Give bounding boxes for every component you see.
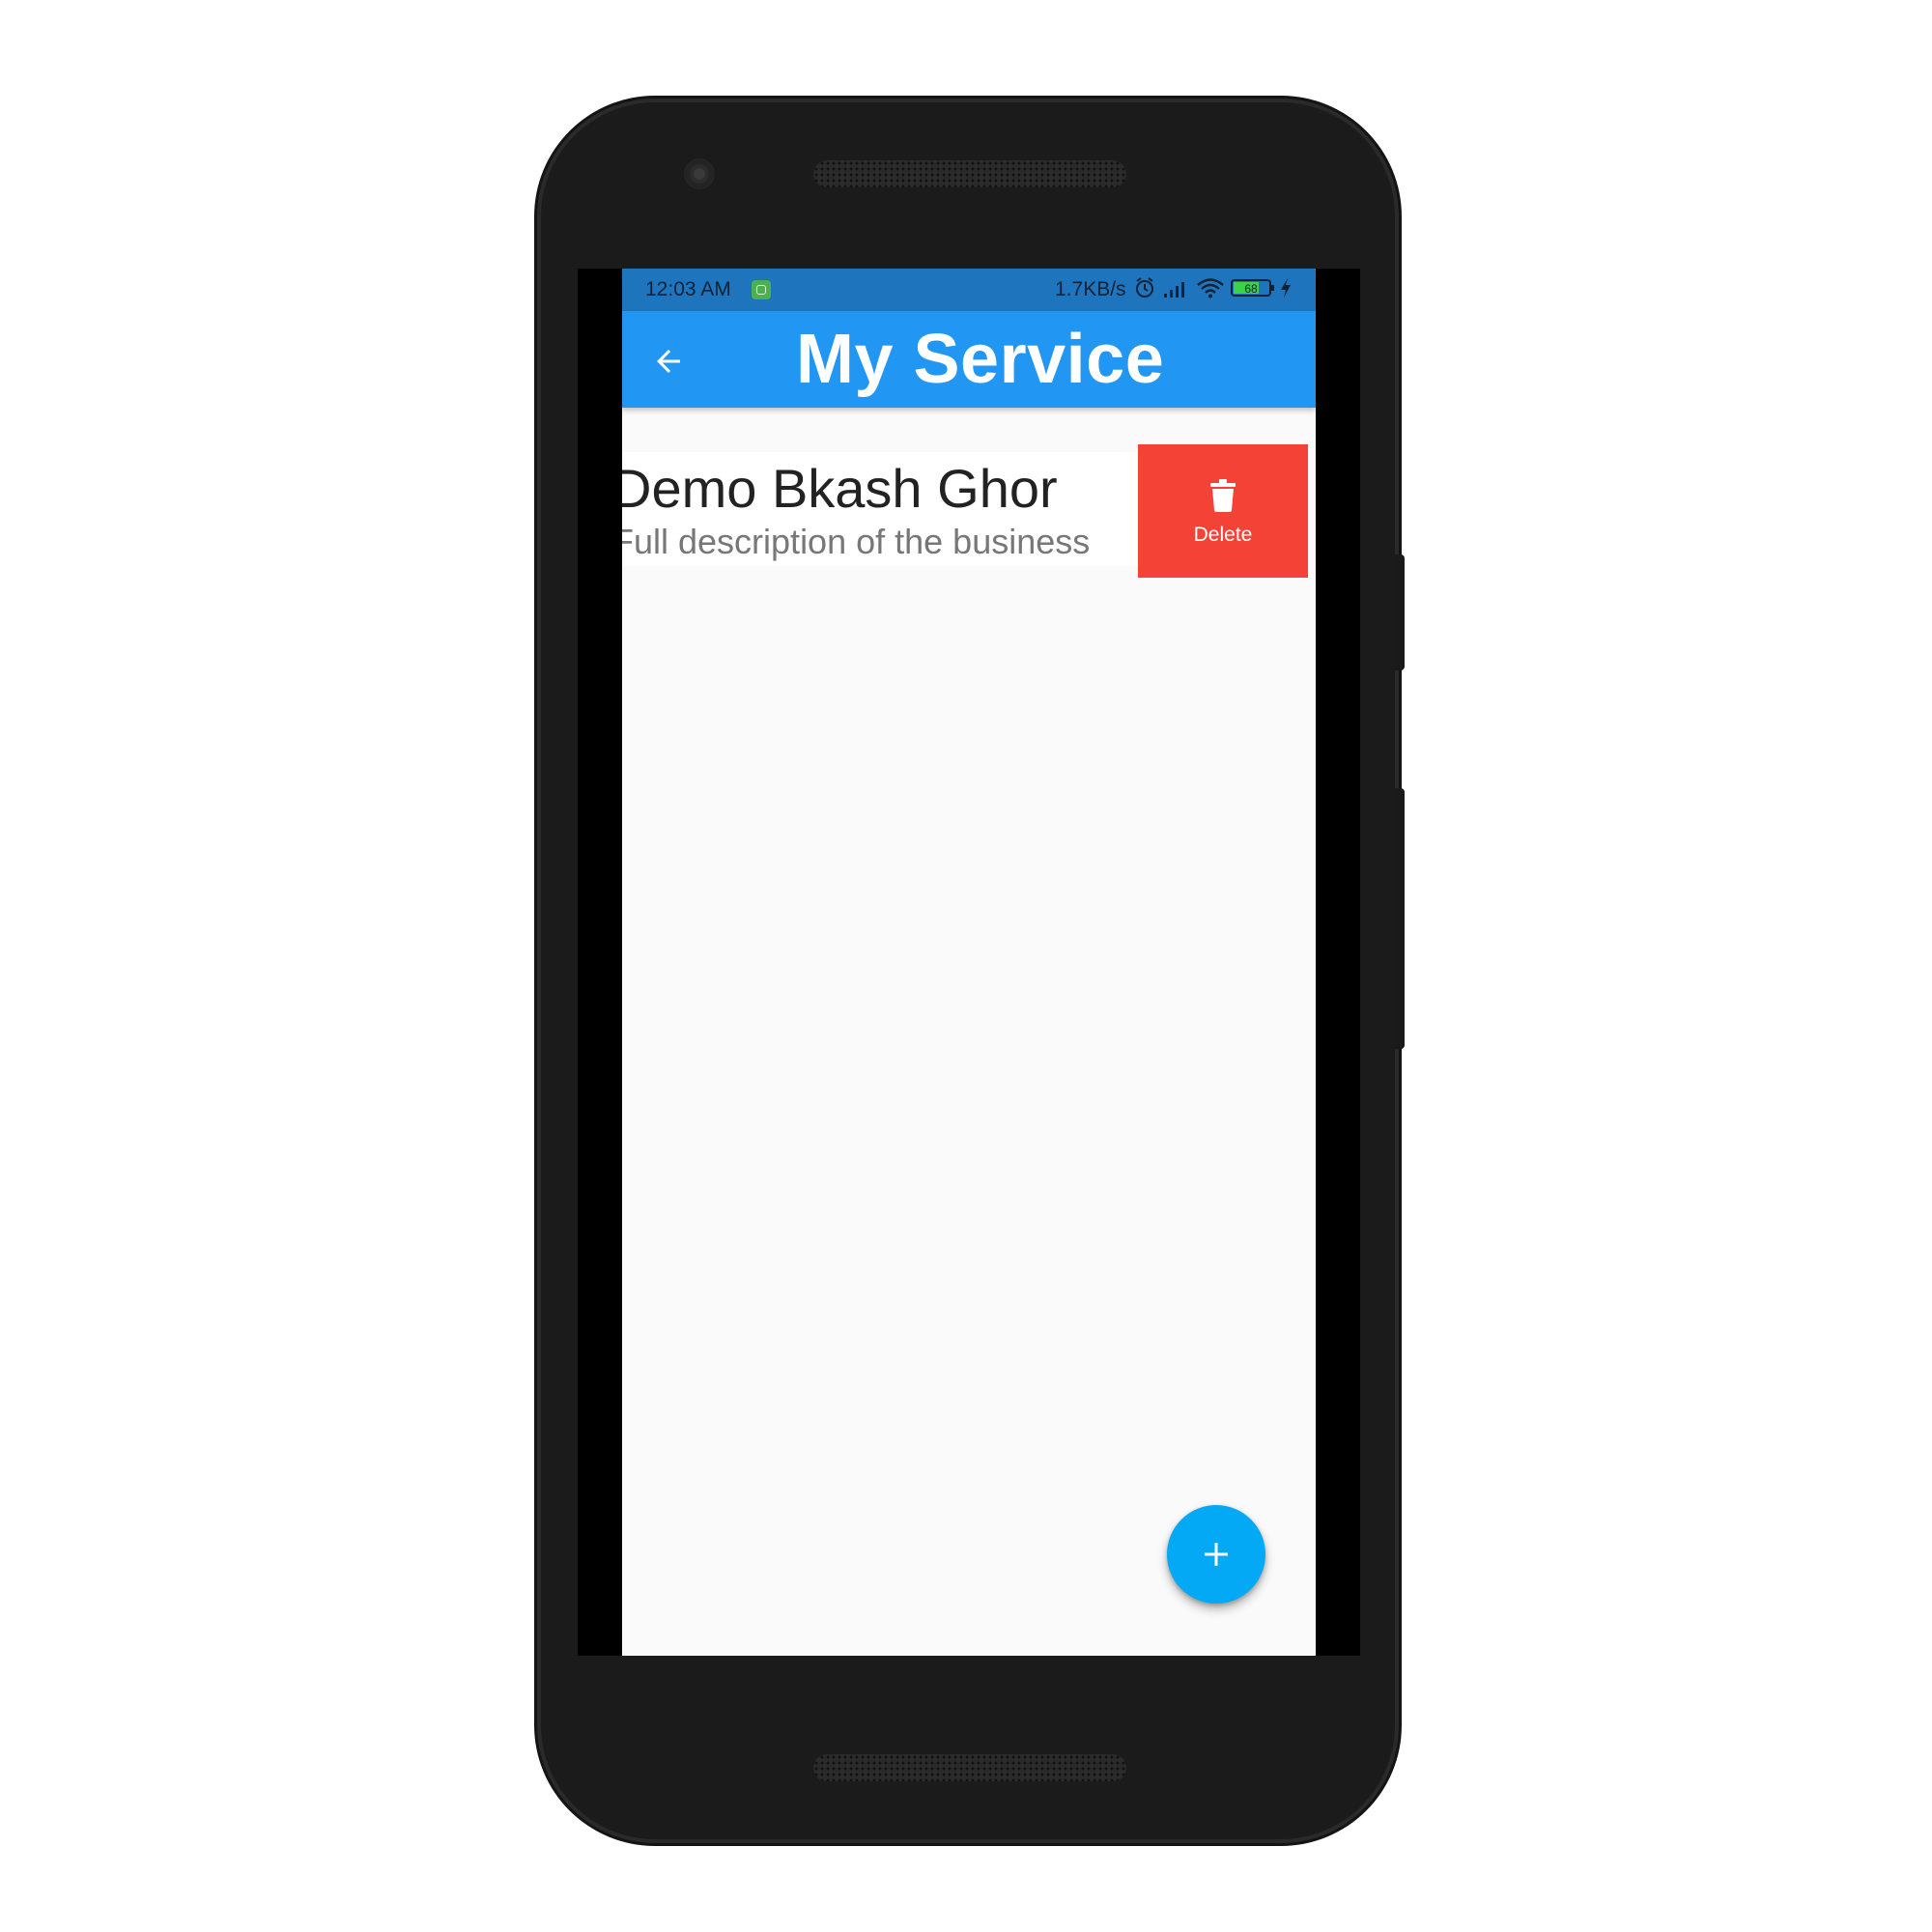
plus-icon (1205, 1543, 1228, 1566)
wifi-icon (1197, 278, 1224, 298)
service-title: Demo Bkash Ghor (622, 458, 1058, 519)
arrow-back-icon[interactable] (651, 344, 686, 379)
app-notification-icon (752, 280, 771, 299)
service-card[interactable]: Demo Bkash Ghor Full description of the … (622, 452, 1141, 566)
app-bar: My Service (622, 311, 1316, 408)
delete-label: Delete (1193, 524, 1253, 546)
network-speed: 1.7KB/s (1055, 278, 1126, 300)
list-item[interactable]: Demo Bkash Ghor Full description of the … (622, 444, 1316, 578)
add-service-button[interactable] (1167, 1505, 1265, 1604)
charging-icon (1281, 278, 1291, 298)
earpiece-speaker (813, 160, 1126, 187)
front-camera (684, 158, 715, 189)
app-screen: 12:03 AM 1.7KB/s 68 My Service Demo Bkas… (622, 269, 1316, 1656)
power-button (1395, 554, 1405, 670)
page-title: My Service (796, 321, 1165, 398)
signal-icon (1164, 282, 1184, 298)
device-frame-stage: 12:03 AM 1.7KB/s 68 My Service Demo Bkas… (0, 0, 1932, 1932)
battery-icon: 68 (1231, 279, 1274, 297)
bottom-speaker (813, 1754, 1126, 1781)
volume-button (1395, 788, 1405, 1049)
battery-level: 68 (1244, 282, 1258, 296)
trash-icon (1210, 479, 1236, 512)
delete-button[interactable]: Delete (1138, 444, 1308, 578)
status-time: 12:03 AM (645, 278, 731, 300)
status-bar: 12:03 AM 1.7KB/s 68 (622, 269, 1316, 311)
alarm-icon (1136, 277, 1153, 298)
service-subtitle: Full description of the business (622, 522, 1091, 561)
